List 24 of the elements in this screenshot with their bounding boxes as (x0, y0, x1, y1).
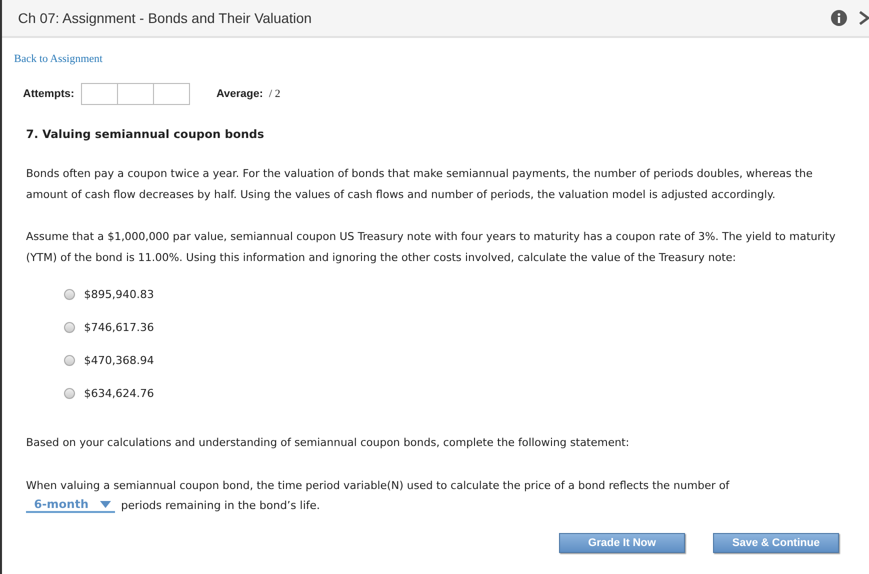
statement-text: When valuing a semiannual coupon bond, the time period variable(N) used to calculate the price of a bond reflects the number of (26, 478, 730, 494)
info-icon[interactable] (831, 10, 847, 26)
average-value: / 2 (269, 88, 280, 100)
back-link[interactable]: Back to Assignment (14, 53, 103, 65)
radio-button[interactable] (64, 289, 75, 300)
average-label: Average: (216, 88, 264, 100)
attempts-label: Attempts: (23, 88, 74, 100)
attempt-box (153, 83, 190, 105)
option-label[interactable]: $470,368.94 (84, 354, 154, 367)
attempt-box (81, 83, 118, 105)
question-text: Assume that a $1,000,000 par value, semiannual coupon US Treasury note with four years to maturity has a coupon rate of 3%. The yield to maturity (YTM) of the bond is 11.00%. Using this information and ignoring the other costs involved, calculate the value of the Treasury note: (26, 229, 836, 266)
question-text: Bonds often pay a coupon twice a year. For the valuation of bonds that make semiannual payments, the number of periods doubles, whereas the amount of cash flow decreases by half. Using the values of cash flows and number of periods, the valuation model is adjusted accordingly. (26, 166, 814, 203)
option-label[interactable]: $895,940.83 (84, 288, 154, 301)
option-label[interactable]: $746,617.36 (84, 321, 154, 334)
prompt-text: Based on your calculations and understanding of semiannual coupon bonds, complete the following statement: (26, 435, 630, 451)
question-title: 7. Valuing semiannual coupon bonds (26, 127, 266, 141)
option-label[interactable]: $634,624.76 (84, 387, 154, 400)
caret-icon (100, 500, 111, 508)
radio-button[interactable] (64, 355, 75, 366)
radio-button[interactable] (64, 322, 75, 333)
radio-button[interactable] (64, 388, 75, 399)
window-title: Ch 07: Assignment - Bonds and Their Valuation (18, 10, 313, 26)
attempt-box (117, 83, 154, 105)
statement-text: periods remaining in the bond’s life. (121, 498, 320, 512)
